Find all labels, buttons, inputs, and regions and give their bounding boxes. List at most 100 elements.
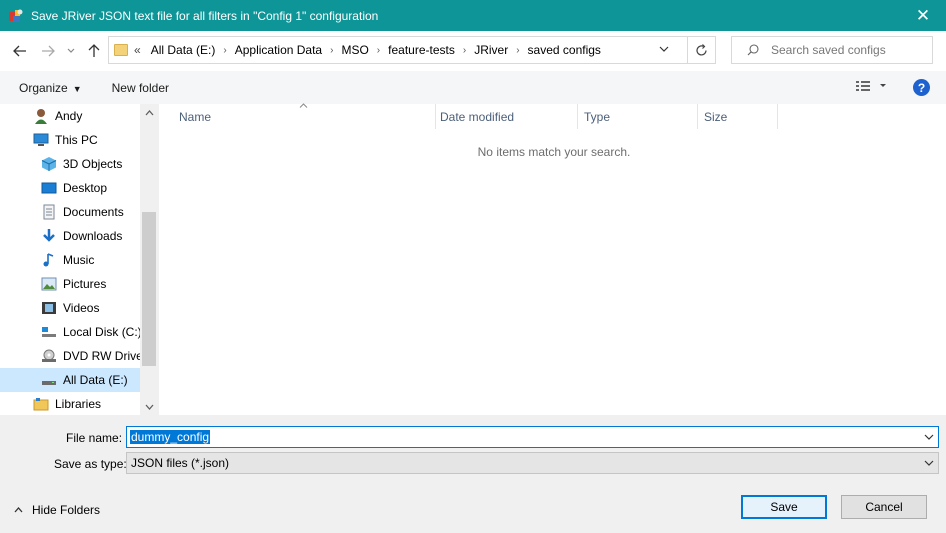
help-icon[interactable]: ? (913, 79, 930, 96)
search-box[interactable]: Search saved configs (731, 36, 933, 64)
save-button[interactable]: Save (741, 495, 827, 519)
hide-folders-label: Hide Folders (32, 503, 101, 517)
refresh-icon[interactable] (687, 37, 715, 63)
nav-item-this-pc[interactable]: This PC (33, 128, 98, 152)
computer-icon (33, 132, 49, 148)
nav-item-label: Pictures (63, 277, 107, 291)
breadcrumb-separator-icon[interactable]: › (223, 45, 226, 56)
new-folder-button[interactable]: New folder (112, 81, 169, 95)
view-details-icon (856, 81, 886, 91)
address-bar[interactable]: « All Data (E:) › Application Data › MSO… (108, 36, 716, 64)
nav-item-videos[interactable]: Videos (41, 296, 99, 320)
drive-icon (41, 324, 57, 340)
nav-item-label: Downloads (63, 229, 123, 243)
column-header-size[interactable]: Size (698, 104, 778, 129)
file-list: Name Date modified Type Size No items ma… (158, 103, 946, 415)
breadcrumb-item[interactable]: saved configs (528, 43, 601, 57)
nav-item-downloads[interactable]: Downloads (41, 224, 122, 248)
nav-item-label: Desktop (63, 181, 108, 195)
nav-item-label: Local Disk (C:) (63, 325, 142, 339)
nav-item-label: DVD RW Drive (63, 349, 143, 363)
breadcrumb-item[interactable]: JRiver (474, 43, 508, 57)
sort-ascending-icon (299, 100, 308, 111)
address-history-chevron-icon[interactable] (659, 43, 669, 55)
file-name-label: File name: (66, 431, 123, 445)
nav-item-local-disk-c[interactable]: Local Disk (C:) (41, 320, 142, 344)
breadcrumb-item[interactable]: feature-tests (388, 43, 455, 57)
nav-item-label: 3D Objects (63, 157, 123, 171)
save-form: File name: dummy_config Save as type: JS… (0, 415, 946, 533)
cancel-button[interactable]: Cancel (841, 495, 927, 519)
recent-locations-chevron-icon[interactable] (64, 41, 78, 61)
breadcrumb-separator-icon[interactable]: › (377, 45, 380, 56)
empty-message: No items match your search. (159, 145, 946, 159)
nav-item-dvd-rw-drive[interactable]: DVD RW Drive (41, 344, 143, 368)
chevron-down-icon[interactable] (924, 431, 934, 443)
nav-item-music[interactable]: Music (41, 248, 94, 272)
column-label: Type (584, 109, 611, 124)
organize-button[interactable]: Organize ▼ (19, 81, 82, 95)
nav-item-libraries[interactable]: Libraries (33, 392, 101, 415)
nav-item-label: Videos (63, 301, 100, 315)
column-header-date-modified[interactable]: Date modified (420, 104, 578, 129)
breadcrumb-item[interactable]: Application Data (235, 43, 322, 57)
breadcrumb-separator-icon[interactable]: › (463, 45, 466, 56)
save-as-type-label: Save as type: (54, 457, 127, 471)
breadcrumb: All Data (E:) › Application Data › MSO ›… (151, 43, 601, 57)
file-name-input[interactable]: dummy_config (126, 426, 939, 448)
caret-up-icon (14, 505, 23, 516)
nav-item-label: All Data (E:) (63, 373, 128, 387)
chevron-down-icon[interactable] (924, 457, 934, 469)
nav-item-label: This PC (55, 133, 98, 147)
nav-item-all-data-e[interactable]: All Data (E:) (0, 368, 140, 392)
cube-icon (41, 156, 57, 172)
user-icon (33, 108, 49, 124)
breadcrumb-item[interactable]: All Data (E:) (151, 43, 216, 57)
breadcrumb-separator-icon[interactable]: › (330, 45, 333, 56)
forward-arrow-icon[interactable] (38, 41, 58, 61)
drive-icon (41, 372, 57, 388)
nav-item-3d-objects[interactable]: 3D Objects (41, 152, 122, 176)
column-header-type[interactable]: Type (578, 104, 698, 129)
navigation-bar: « All Data (E:) › Application Data › MSO… (0, 31, 946, 71)
back-arrow-icon[interactable] (10, 41, 30, 61)
folder-icon (114, 44, 128, 56)
picture-icon (41, 276, 57, 292)
jriver-app-icon (8, 8, 24, 24)
breadcrumb-separator-icon[interactable]: › (516, 45, 519, 56)
column-label: Size (704, 109, 728, 124)
column-header-name[interactable]: Name (159, 103, 436, 129)
nav-item-documents[interactable]: Documents (41, 200, 124, 224)
change-view-button[interactable] (856, 80, 886, 95)
nav-scrollbar[interactable] (140, 104, 158, 415)
document-icon (41, 204, 57, 220)
video-icon (41, 300, 57, 316)
scrollbar-thumb[interactable] (142, 212, 156, 366)
hide-folders-button[interactable]: Hide Folders (14, 503, 100, 517)
nav-item-desktop[interactable]: Desktop (41, 176, 107, 200)
search-placeholder: Search saved configs (771, 43, 886, 57)
scroll-up-icon[interactable] (140, 104, 158, 121)
nav-item-andy[interactable]: Andy (33, 104, 82, 128)
close-button[interactable]: ✕ (900, 0, 946, 31)
search-icon (747, 44, 759, 56)
command-bar: Organize ▼ New folder ? (0, 71, 946, 104)
breadcrumb-item[interactable]: MSO (341, 43, 368, 57)
nav-item-label: Documents (63, 205, 124, 219)
nav-item-label: Music (63, 253, 95, 267)
music-icon (41, 252, 57, 268)
breadcrumb-overflow[interactable]: « (134, 43, 141, 57)
column-label: Name (179, 109, 212, 124)
organize-label: Organize (19, 80, 68, 95)
nav-item-pictures[interactable]: Pictures (41, 272, 106, 296)
up-arrow-icon[interactable] (84, 41, 104, 61)
scroll-down-icon[interactable] (140, 398, 158, 415)
save-as-type-select[interactable]: JSON files (*.json) (126, 452, 939, 474)
empty-message-text: No items match your search. (477, 145, 631, 159)
navigation-pane: Andy This PC 3D Objects Desktop Document… (0, 104, 158, 415)
nav-item-label: Libraries (55, 397, 102, 411)
window-title: Save JRiver JSON text file for all filte… (31, 8, 379, 23)
title-bar: Save JRiver JSON text file for all filte… (0, 0, 946, 31)
dvd-icon (41, 348, 57, 364)
file-name-value[interactable]: dummy_config (130, 430, 211, 444)
